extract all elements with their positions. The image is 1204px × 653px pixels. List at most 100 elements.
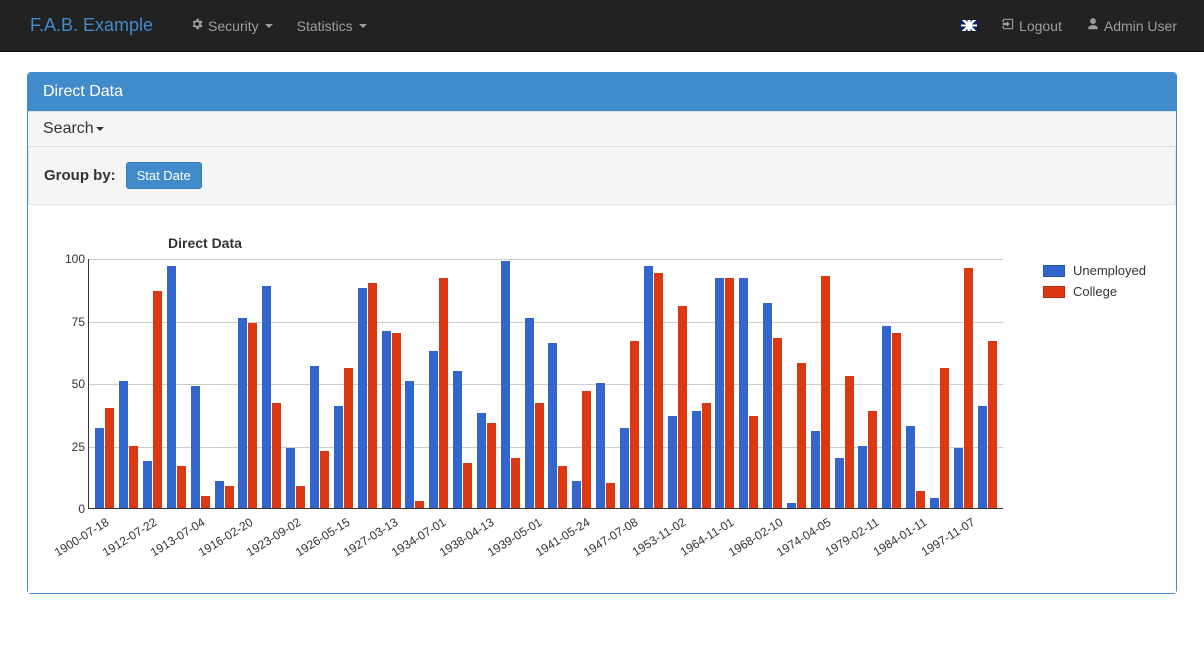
nav-security[interactable]: Security [178,2,285,49]
bar-college[interactable] [105,408,114,508]
groupby-stat-date-button[interactable]: Stat Date [126,162,202,189]
bar-unemployed[interactable] [525,318,534,508]
search-toggle[interactable]: Search [28,111,1176,147]
bar-group [594,383,618,508]
bar-unemployed[interactable] [405,381,414,509]
bar-college[interactable] [439,278,448,508]
bar-unemployed[interactable] [286,448,295,508]
y-tick-label: 75 [72,315,85,329]
bar-college[interactable] [606,483,615,508]
bar-group [808,276,832,509]
bar-unemployed[interactable] [453,371,462,509]
bar-unemployed[interactable] [119,381,128,509]
search-label: Search [43,120,94,138]
bar-unemployed[interactable] [858,446,867,509]
bar-unemployed[interactable] [238,318,247,508]
bar-college[interactable] [248,323,257,508]
bar-college[interactable] [892,333,901,508]
legend-college[interactable]: College [1043,284,1146,299]
nav-user[interactable]: Admin User [1074,2,1189,49]
bar-college[interactable] [582,391,591,509]
bar-college[interactable] [153,291,162,509]
bar-unemployed[interactable] [382,331,391,509]
bar-college[interactable] [487,423,496,508]
bar-group [93,408,117,508]
bar-college[interactable] [845,376,854,509]
bar-unemployed[interactable] [739,278,748,508]
bar-college[interactable] [177,466,186,509]
nav-logout[interactable]: Logout [989,2,1074,49]
chevron-down-icon [96,127,104,131]
legend-unemployed-label: Unemployed [1073,263,1146,278]
nav-language[interactable] [949,5,989,46]
bar-group [403,381,427,509]
bar-college[interactable] [368,283,377,508]
bar-unemployed[interactable] [715,278,724,508]
bar-college[interactable] [463,463,472,508]
bar-unemployed[interactable] [191,386,200,509]
bar-unemployed[interactable] [501,261,510,509]
bar-college[interactable] [415,501,424,509]
bar-unemployed[interactable] [215,481,224,509]
bar-college[interactable] [964,268,973,508]
bar-college[interactable] [749,416,758,509]
bar-unemployed[interactable] [906,426,915,509]
bar-college[interactable] [535,403,544,508]
bar-unemployed[interactable] [143,461,152,509]
bar-college[interactable] [129,446,138,509]
bar-unemployed[interactable] [692,411,701,509]
bar-unemployed[interactable] [668,416,677,509]
bar-unemployed[interactable] [930,498,939,508]
bar-unemployed[interactable] [978,406,987,509]
bar-college[interactable] [201,496,210,509]
bar-college[interactable] [678,306,687,509]
bar-college[interactable] [916,491,925,509]
chart-area: Direct Data 0255075100 1900-07-181912-07… [28,205,1176,593]
bar-unemployed[interactable] [811,431,820,509]
bar-college[interactable] [988,341,997,509]
bar-unemployed[interactable] [548,343,557,508]
bar-unemployed[interactable] [334,406,343,509]
bar-college[interactable] [797,363,806,508]
brand-link[interactable]: F.A.B. Example [15,0,168,51]
bar-college[interactable] [702,403,711,508]
bar-group [236,318,260,508]
bar-unemployed[interactable] [358,288,367,508]
chart-plot: 0255075100 [88,259,1003,509]
legend-swatch-unemployed [1043,265,1065,277]
bar-unemployed[interactable] [95,428,104,508]
bar-group [284,448,308,508]
bar-college[interactable] [630,341,639,509]
legend-unemployed[interactable]: Unemployed [1043,263,1146,278]
bar-unemployed[interactable] [167,266,176,509]
bar-unemployed[interactable] [477,413,486,508]
bar-college[interactable] [344,368,353,508]
bar-college[interactable] [272,403,281,508]
bar-college[interactable] [868,411,877,509]
bar-unemployed[interactable] [787,503,796,508]
bar-unemployed[interactable] [429,351,438,509]
bar-college[interactable] [320,451,329,509]
bar-college[interactable] [654,273,663,508]
bar-unemployed[interactable] [882,326,891,509]
bar-unemployed[interactable] [596,383,605,508]
bar-unemployed[interactable] [572,481,581,509]
bar-college[interactable] [773,338,782,508]
bar-college[interactable] [558,466,567,509]
bar-unemployed[interactable] [644,266,653,509]
bar-college[interactable] [821,276,830,509]
bar-unemployed[interactable] [835,458,844,508]
bar-college[interactable] [725,278,734,508]
bar-unemployed[interactable] [310,366,319,509]
bar-unemployed[interactable] [763,303,772,508]
legend-college-label: College [1073,284,1117,299]
bar-college[interactable] [392,333,401,508]
bar-unemployed[interactable] [954,448,963,508]
bar-unemployed[interactable] [262,286,271,509]
bar-college[interactable] [940,368,949,508]
nav-statistics[interactable]: Statistics [285,3,379,49]
bar-college[interactable] [225,486,234,509]
bar-college[interactable] [511,458,520,508]
bar-college[interactable] [296,486,305,509]
bar-unemployed[interactable] [620,428,629,508]
